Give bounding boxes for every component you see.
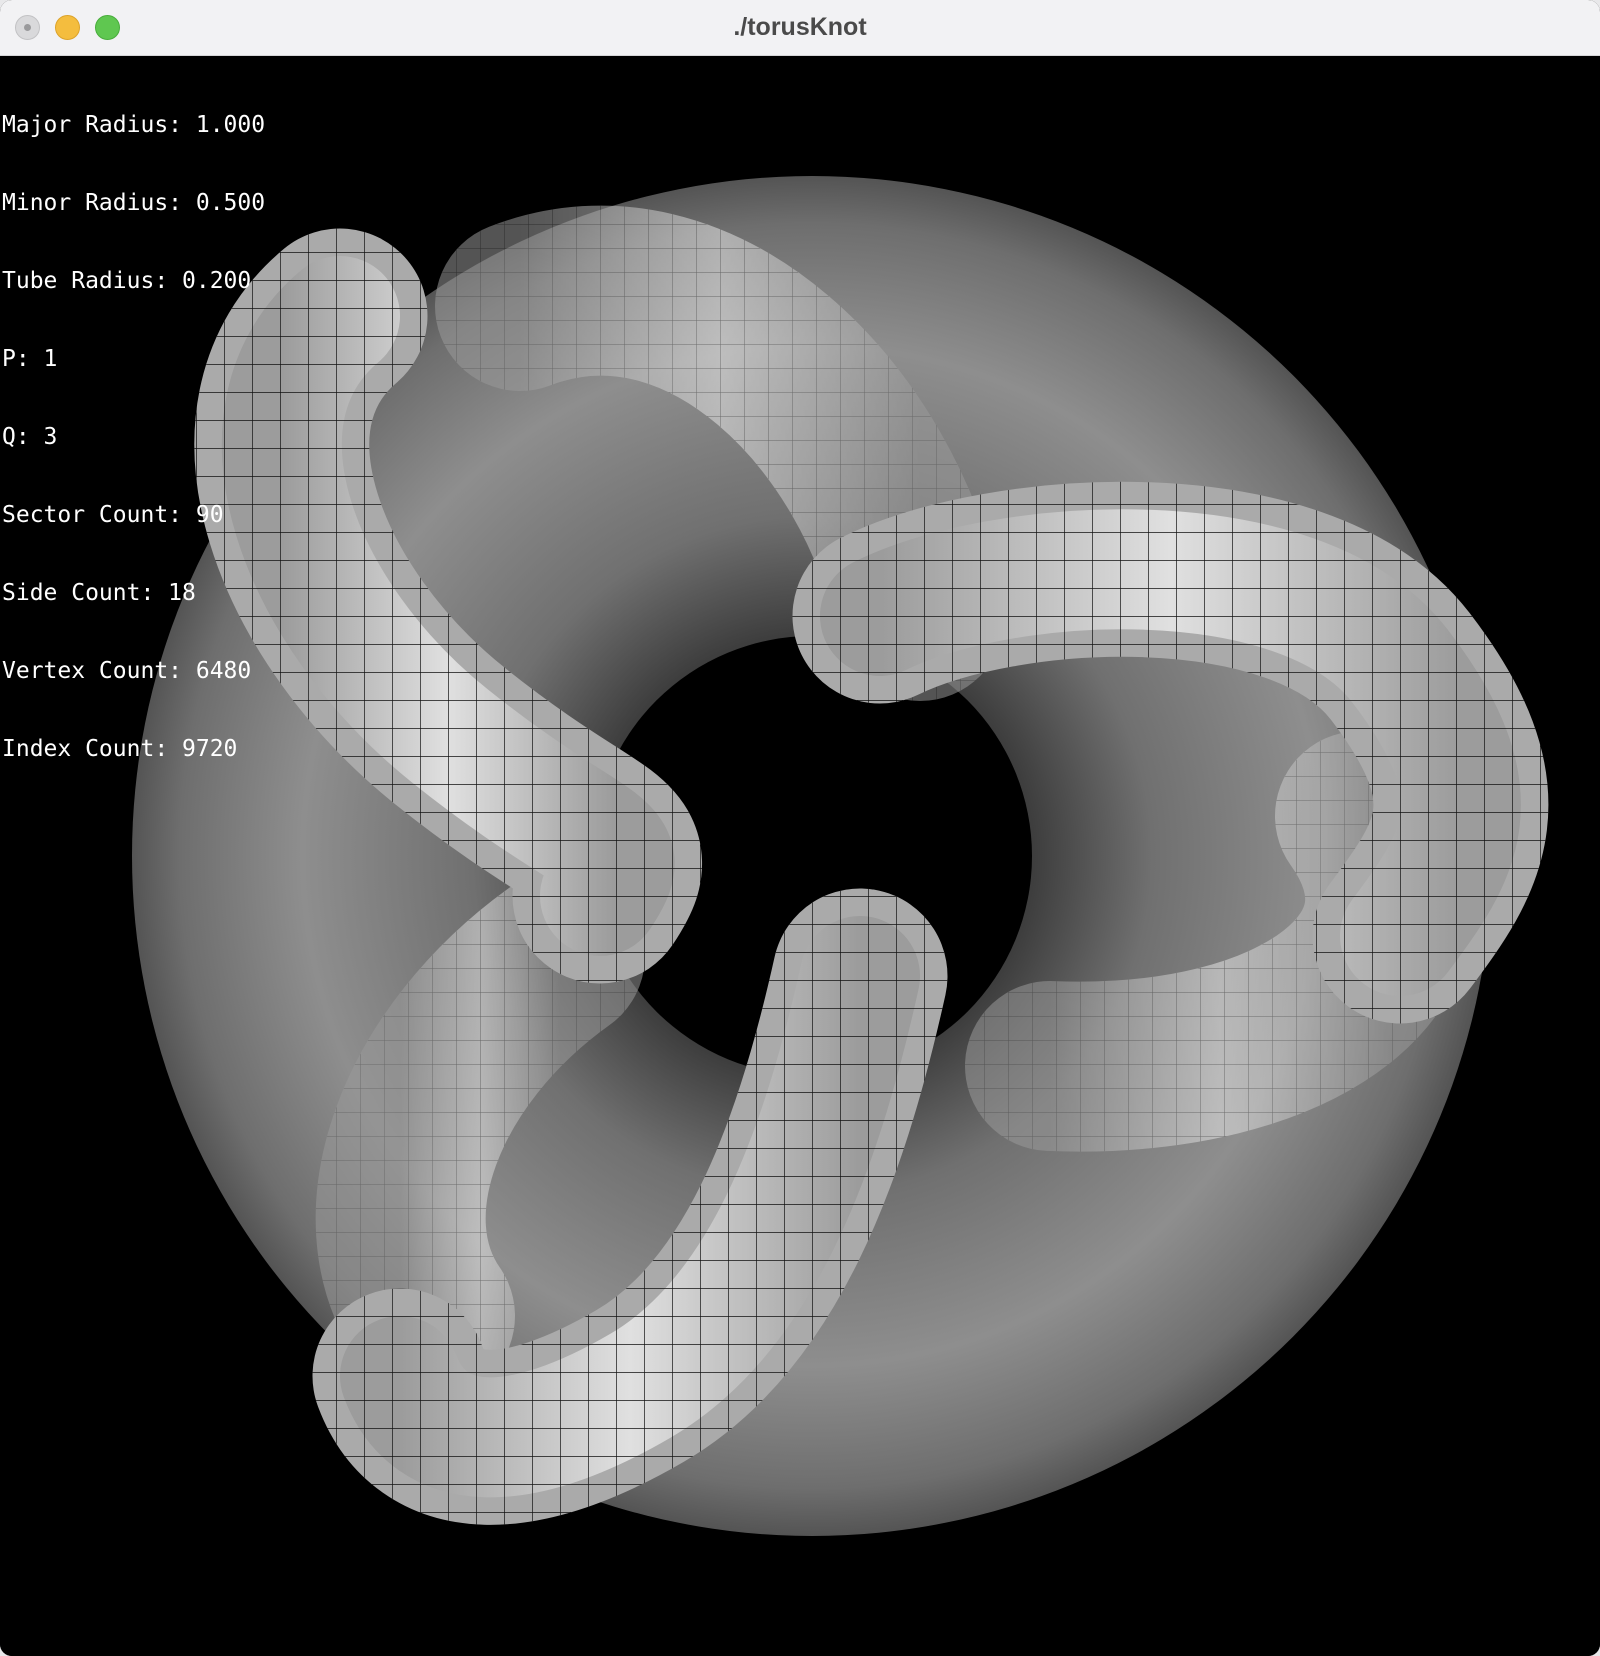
stat-p: P: 1 bbox=[2, 346, 58, 372]
stat-index-count: Index Count: 9720 bbox=[2, 736, 238, 762]
stat-q: Q: 3 bbox=[2, 424, 58, 450]
window-title: ./torusKnot bbox=[733, 13, 867, 41]
app-window: ./torusKnot Major Radius: 1.000 Minor Ra… bbox=[0, 0, 1600, 1656]
title-bar[interactable]: ./torusKnot bbox=[0, 0, 1600, 56]
stat-minor-radius: Minor Radius: 0.500 bbox=[2, 190, 266, 216]
stat-tube-radius: Tube Radius: 0.200 bbox=[2, 268, 252, 294]
stat-sector-count: Sector Count: 90 bbox=[2, 502, 224, 528]
stat-major-radius: Major Radius: 1.000 bbox=[2, 112, 266, 138]
stat-vertex-count: Vertex Count: 6480 bbox=[2, 658, 252, 684]
gl-viewport[interactable]: Major Radius: 1.000 Minor Radius: 0.500 … bbox=[0, 56, 1600, 1656]
stat-side-count: Side Count: 18 bbox=[2, 580, 196, 606]
stats-overlay: Major Radius: 1.000 Minor Radius: 0.500 … bbox=[2, 60, 265, 814]
